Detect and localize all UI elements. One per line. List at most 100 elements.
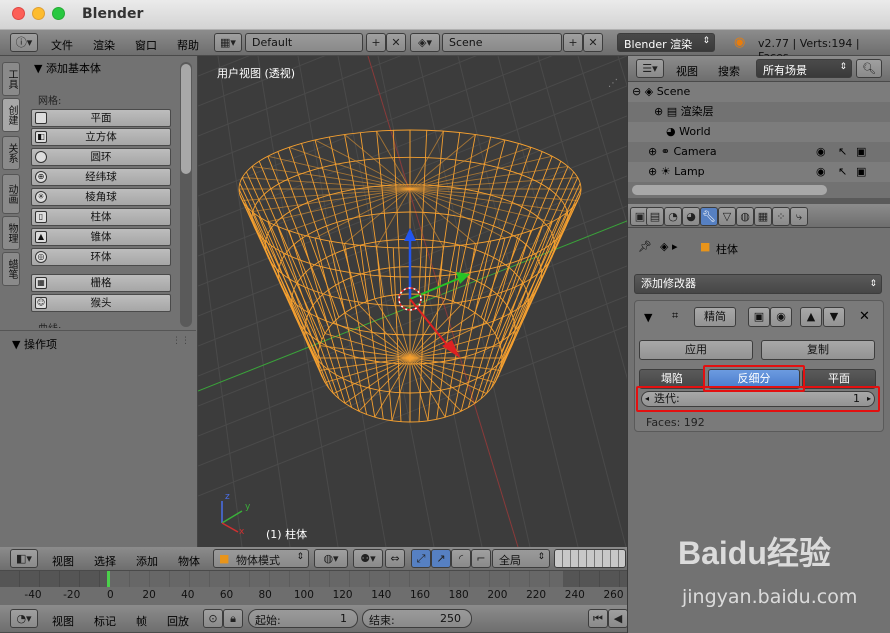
outliner-menu-view[interactable]: 视图	[676, 63, 698, 79]
modifier-tab-icon[interactable]: 🔧︎	[700, 207, 718, 226]
menu-add[interactable]: 添加	[136, 553, 158, 569]
preview-range-icon[interactable]: ⊙	[203, 609, 223, 628]
menu-render[interactable]: 渲染	[93, 37, 115, 53]
tab-create[interactable]: 创建	[2, 98, 20, 132]
add-torus-button[interactable]: ◎ 环体	[31, 248, 171, 266]
horizontal-separator[interactable]	[628, 198, 890, 204]
pivot-select-icon[interactable]: ⚉▾	[353, 549, 383, 568]
select-cursor-icon[interactable]: ↖	[838, 162, 847, 182]
physics-tab-icon[interactable]: ⤷	[790, 207, 808, 226]
add-grid-button[interactable]: ▦ 栅格	[31, 274, 171, 292]
editor-type-icon[interactable]: ◧▾	[10, 549, 38, 568]
expand-icon[interactable]: ⊕	[654, 105, 663, 118]
menu-timeline-view[interactable]: 视图	[52, 613, 74, 629]
manipulator-toggle-icon[interactable]: ⇔	[385, 549, 405, 568]
render-layers-tab-icon[interactable]: ▤	[646, 207, 664, 226]
close-window-button[interactable]	[12, 7, 25, 20]
texture-tab-icon[interactable]: ▦	[754, 207, 772, 226]
shading-select-icon[interactable]: ◍▾	[314, 549, 348, 568]
screen-layout-icon[interactable]: ▦▾	[214, 33, 242, 52]
viewport-canvas[interactable]	[198, 56, 627, 547]
translate-manipulator-icon[interactable]: ⤢	[411, 549, 431, 568]
particles-tab-icon[interactable]: ⁘	[772, 207, 790, 226]
add-monkey-button[interactable]: ☺ 猴头	[31, 294, 171, 312]
outliner-row-lamp[interactable]: ⊕ ☀ Lamp ◉ ↖ ▣	[628, 162, 890, 182]
lock-range-icon[interactable]: 🔒︎	[223, 609, 243, 628]
expand-icon[interactable]: ⊕	[648, 145, 657, 158]
tab-physics[interactable]: 物理	[2, 216, 20, 250]
tab-relations[interactable]: 关系	[2, 136, 20, 170]
rotate-manipulator-icon[interactable]: ◜	[451, 549, 471, 568]
add-cone-button[interactable]: ▲ 锥体	[31, 228, 171, 246]
mode-select[interactable]: ■ 物体模式 ⇕	[213, 549, 309, 568]
select-cursor-icon[interactable]: ↖	[838, 142, 847, 162]
viewport-corner-icon[interactable]: ⋰	[608, 78, 618, 89]
scale-manipulator-icon[interactable]: ⌐	[471, 549, 491, 568]
search-icon[interactable]: 🔍︎	[856, 59, 882, 78]
apply-button[interactable]: 应用	[639, 340, 753, 360]
tool-shelf-scrollbar[interactable]	[181, 64, 191, 174]
move-manipulator-icon[interactable]: ↗	[431, 549, 451, 568]
visibility-eye-icon[interactable]: ◉	[816, 162, 826, 182]
menu-view[interactable]: 视图	[52, 553, 74, 569]
render-engine-select[interactable]: Blender 渲染 ⇕	[617, 33, 715, 52]
add-modifier-select[interactable]: 添加修改器 ⇕	[634, 274, 882, 294]
add-cylinder-button[interactable]: ▯ 柱体	[31, 208, 171, 226]
jump-start-icon[interactable]: ⏮	[588, 609, 608, 628]
tab-animation[interactable]: 动画	[2, 174, 20, 214]
add-scene-icon[interactable]: +	[563, 33, 583, 52]
pin-icon[interactable]: 📌︎	[638, 240, 652, 253]
menu-marker[interactable]: 标记	[94, 613, 116, 629]
scene-icon[interactable]: ◈▾	[410, 33, 440, 52]
add-circle-button[interactable]: 圆环	[31, 148, 171, 166]
add-primitive-header[interactable]: ▼ 添加基本体	[34, 60, 101, 76]
outliner-row-renderlayers[interactable]: ⊕ ▤ 渲染层	[628, 102, 890, 122]
menu-frame[interactable]: 帧	[136, 613, 147, 629]
visibility-eye-icon[interactable]: ◉	[816, 142, 826, 162]
scene-tab-icon[interactable]: ◔	[664, 207, 682, 226]
show-viewport-icon[interactable]: ◉	[770, 307, 792, 327]
remove-scene-icon[interactable]: ✕	[583, 33, 603, 52]
collapse-arrow-icon[interactable]: ▼	[644, 311, 652, 324]
transform-orientation-select[interactable]: 全局 ⇕	[492, 549, 550, 568]
menu-object[interactable]: 物体	[178, 553, 200, 569]
move-up-icon[interactable]: ▲	[800, 307, 822, 327]
layer-buttons[interactable]	[554, 549, 626, 568]
outliner-row-scene[interactable]: ⊖ ◈ Scene	[628, 82, 890, 102]
minimize-window-button[interactable]	[32, 7, 45, 20]
material-tab-icon[interactable]: ◍	[736, 207, 754, 226]
menu-file[interactable]: 文件	[51, 37, 73, 53]
tab-grease-pencil[interactable]: 蜡笔	[2, 252, 20, 286]
timeline-editor-icon[interactable]: ◔▾	[10, 609, 38, 628]
world-tab-icon[interactable]: ◕	[682, 207, 700, 226]
3d-viewport[interactable]: 用户视图 (透视) (1) 柱体 z y x ⋰	[198, 56, 627, 547]
screen-layout-field[interactable]: Default	[245, 33, 363, 52]
add-uvsphere-button[interactable]: ⊕ 经纬球	[31, 168, 171, 186]
zoom-window-button[interactable]	[52, 7, 65, 20]
modifier-name-field[interactable]: 精简	[694, 307, 736, 327]
menu-help[interactable]: 帮助	[177, 37, 199, 53]
scene-field[interactable]: Scene	[442, 33, 562, 52]
show-render-icon[interactable]: ▣	[748, 307, 770, 327]
operator-panel-header[interactable]: ▼ 操作项	[12, 336, 57, 352]
data-tab-icon[interactable]: ▽	[718, 207, 736, 226]
expand-icon[interactable]: ⊕	[648, 165, 657, 178]
move-down-icon[interactable]: ▼	[823, 307, 845, 327]
menu-select[interactable]: 选择	[94, 553, 116, 569]
play-reverse-icon[interactable]: ◀	[608, 609, 628, 628]
start-frame-field[interactable]: 起始: 1	[248, 609, 358, 628]
outliner-scrollbar[interactable]	[632, 185, 827, 195]
remove-modifier-icon[interactable]: ✕	[859, 309, 870, 324]
render-camera-icon[interactable]: ▣	[856, 162, 866, 182]
remove-layout-icon[interactable]: ✕	[386, 33, 406, 52]
info-editor-icon[interactable]: ⓘ▾	[10, 33, 38, 52]
drag-handle-icon[interactable]: ⋮⋮	[172, 336, 190, 346]
outliner-filter-select[interactable]: 所有场景 ⇕	[756, 59, 852, 78]
add-icosphere-button[interactable]: ✳ 棱角球	[31, 188, 171, 206]
outliner-row-camera[interactable]: ⊕ ⚭ Camera ◉ ↖ ▣	[628, 142, 890, 162]
tab-tools[interactable]: 工具	[2, 62, 20, 96]
tool-shelf-scrolltrack[interactable]	[180, 62, 192, 327]
menu-window[interactable]: 窗口	[135, 37, 157, 53]
vertical-separator[interactable]	[627, 56, 628, 633]
collapse-icon[interactable]: ⊖	[632, 85, 641, 98]
